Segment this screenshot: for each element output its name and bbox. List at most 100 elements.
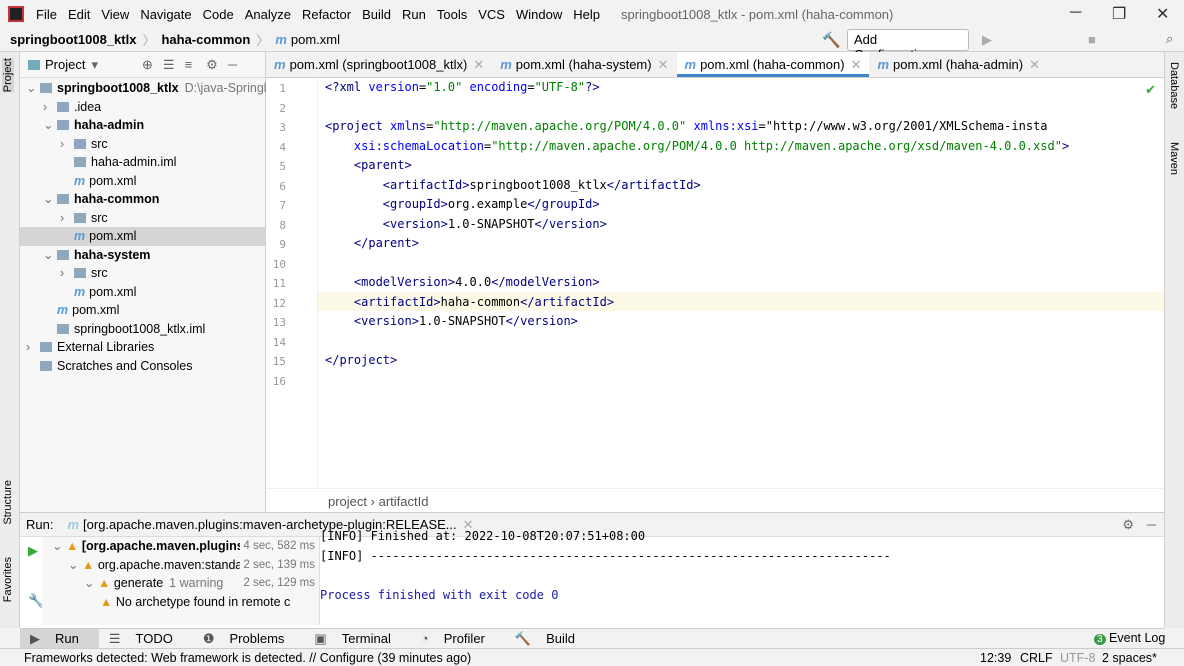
run-tree-item[interactable]: ⌄ ▲ [org.apache.maven.plugins: 4 sec, 582…: [42, 537, 319, 556]
editor-crumb-item[interactable]: project: [328, 494, 367, 509]
add-configuration-button[interactable]: Add Configuration...: [847, 29, 969, 62]
search-icon[interactable]: ⌕: [1166, 31, 1173, 47]
tree-item-label: External Libraries: [57, 340, 155, 354]
tree-item[interactable]: m pom.xml: [20, 172, 265, 191]
line-separator[interactable]: CRLF: [1020, 651, 1053, 665]
code-editor[interactable]: 1 <?xml version="1.0" encoding="UTF-8"?> 2…: [266, 78, 1164, 488]
run-item-label: No archetype found in remote c: [115, 594, 291, 609]
event-log-button[interactable]: 3 Event Log: [1094, 631, 1165, 645]
chevron-icon[interactable]: ⌄: [43, 116, 57, 135]
code-line: xsi:schemaLocation="http://maven.apache.…: [353, 138, 1070, 153]
breadcrumb-item[interactable]: haha-common: [161, 32, 250, 47]
breadcrumb-item[interactable]: springboot1008_ktlx: [10, 32, 136, 47]
tool-tab-todo[interactable]: ☰ TODO: [99, 629, 193, 649]
editor-crumb-item[interactable]: artifactId: [379, 494, 429, 509]
caret-position[interactable]: 12:39: [980, 651, 1011, 665]
status-message[interactable]: Frameworks detected: Web framework is de…: [24, 651, 471, 665]
tree-item[interactable]: m pom.xml: [20, 227, 265, 246]
minimize-button[interactable]: ─: [1070, 4, 1081, 22]
tree-item[interactable]: m pom.xml: [20, 283, 265, 302]
chevron-icon[interactable]: ›: [60, 209, 74, 228]
gear-icon[interactable]: ⚙: [1122, 517, 1134, 533]
file-encoding[interactable]: UTF-8: [1060, 651, 1095, 665]
locate-icon[interactable]: ⊕: [142, 57, 153, 73]
chevron-icon[interactable]: ›: [60, 264, 74, 283]
chevron-icon[interactable]: ›: [43, 98, 57, 117]
tree-item[interactable]: ⌄ haha-system: [20, 246, 265, 265]
tool-tab-terminal[interactable]: ▣ Terminal: [304, 629, 410, 649]
editor-tab[interactable]: m pom.xml (haha-admin) ✕: [869, 52, 1048, 77]
close-window-button[interactable]: ✕: [1156, 4, 1169, 24]
tool-tab-maven[interactable]: Maven: [1168, 142, 1180, 175]
stop-icon[interactable]: ■: [1088, 32, 1096, 47]
expand-all-icon[interactable]: ☰: [163, 57, 175, 73]
chevron-icon[interactable]: ⌄: [43, 246, 57, 265]
build-hammer-icon[interactable]: 🔨: [822, 31, 841, 49]
run-tree-item[interactable]: ⌄ ▲ org.apache.maven:standa 2 sec, 139 ms: [42, 555, 319, 574]
editor-tab[interactable]: m pom.xml (springboot1008_ktlx) ✕: [266, 52, 492, 77]
run-icon[interactable]: ▶: [982, 32, 992, 48]
tool-tab-profiler[interactable]: ◔ Profiler: [411, 629, 505, 648]
editor-tab[interactable]: m pom.xml (haha-common) ✕: [676, 52, 870, 77]
menu-vcs[interactable]: VCS: [478, 7, 505, 22]
menu-window[interactable]: Window: [516, 7, 562, 22]
menu-edit[interactable]: Edit: [68, 7, 90, 22]
indent-setting[interactable]: 2 spaces*: [1102, 651, 1157, 665]
tool-tab-run[interactable]: ▶ Run: [20, 628, 99, 649]
rerun-icon[interactable]: ▶: [28, 543, 38, 559]
chevron-icon[interactable]: ⌄: [43, 190, 57, 209]
menu-navigate[interactable]: Navigate: [140, 7, 191, 22]
tree-item[interactable]: › External Libraries: [20, 338, 265, 357]
tree-item[interactable]: ⌄ springboot1008_ktlx D:\java-Springbo: [20, 79, 278, 98]
tool-tab-problems[interactable]: ❶ Problems: [193, 629, 305, 649]
maximize-button[interactable]: ❐: [1112, 4, 1126, 24]
tree-item[interactable]: › src: [20, 264, 265, 283]
tree-item[interactable]: Scratches and Consoles: [20, 357, 265, 376]
chevron-icon[interactable]: ⌄: [26, 79, 40, 98]
tree-item[interactable]: › .idea: [20, 98, 265, 117]
folder-icon: [40, 83, 52, 93]
menu-file[interactable]: File: [36, 7, 57, 22]
code-line: </parent>: [353, 236, 419, 250]
tree-item[interactable]: springboot1008_ktlx.iml: [20, 320, 265, 339]
run-tree-item[interactable]: ▲ No archetype found in remote c: [42, 593, 319, 612]
console-output[interactable]: [INFO] Finished at: 2022-10-08T20:07:51+…: [320, 529, 891, 607]
hide-icon[interactable]: ─: [228, 57, 237, 72]
tree-item[interactable]: ⌄ haha-admin: [20, 116, 265, 135]
tree-item[interactable]: haha-admin.iml: [20, 153, 265, 172]
folder-icon: [74, 157, 86, 167]
menu-analyze[interactable]: Analyze: [245, 7, 291, 22]
close-tab-icon[interactable]: ✕: [1029, 57, 1040, 72]
collapse-all-icon[interactable]: ≡: [185, 57, 193, 72]
menu-tools[interactable]: Tools: [437, 7, 467, 22]
folder-icon: [40, 342, 52, 352]
menu-view[interactable]: View: [101, 7, 129, 22]
menu-run[interactable]: Run: [402, 7, 426, 22]
menu-code[interactable]: Code: [203, 7, 234, 22]
tree-item[interactable]: m pom.xml: [20, 301, 265, 320]
run-tree-item[interactable]: ⌄ ▲ generate 1 warning 2 sec, 129 ms: [42, 574, 319, 593]
close-tab-icon[interactable]: ✕: [658, 57, 669, 72]
chevron-icon[interactable]: ›: [60, 135, 74, 154]
tool-tab-structure[interactable]: Structure: [2, 480, 14, 525]
tree-item[interactable]: › src: [20, 209, 265, 228]
project-view-selector[interactable]: Project: [45, 57, 85, 72]
tool-tab-project[interactable]: Project: [2, 58, 14, 93]
tool-tab-favorites[interactable]: Favorites: [2, 557, 14, 602]
tool-tab-build[interactable]: 🔨 Build: [505, 629, 595, 649]
breadcrumb-item[interactable]: pom.xml: [291, 32, 340, 47]
tool-tab-label: Build: [546, 630, 575, 646]
tree-item[interactable]: ⌄ haha-common: [20, 190, 265, 209]
close-tab-icon[interactable]: ✕: [851, 57, 862, 72]
close-tab-icon[interactable]: ✕: [473, 57, 484, 72]
tree-item[interactable]: › src: [20, 135, 265, 154]
menu-build[interactable]: Build: [362, 7, 391, 22]
gear-icon[interactable]: ⚙: [206, 57, 218, 73]
menu-refactor[interactable]: Refactor: [302, 7, 351, 22]
menu-help[interactable]: Help: [573, 7, 600, 22]
chevron-icon[interactable]: ›: [26, 338, 40, 357]
editor-tab[interactable]: m pom.xml (haha-system) ✕: [492, 52, 676, 77]
hide-icon[interactable]: ─: [1147, 517, 1156, 532]
tool-tab-database[interactable]: Database: [1168, 62, 1180, 109]
line-number: 9: [279, 238, 286, 251]
